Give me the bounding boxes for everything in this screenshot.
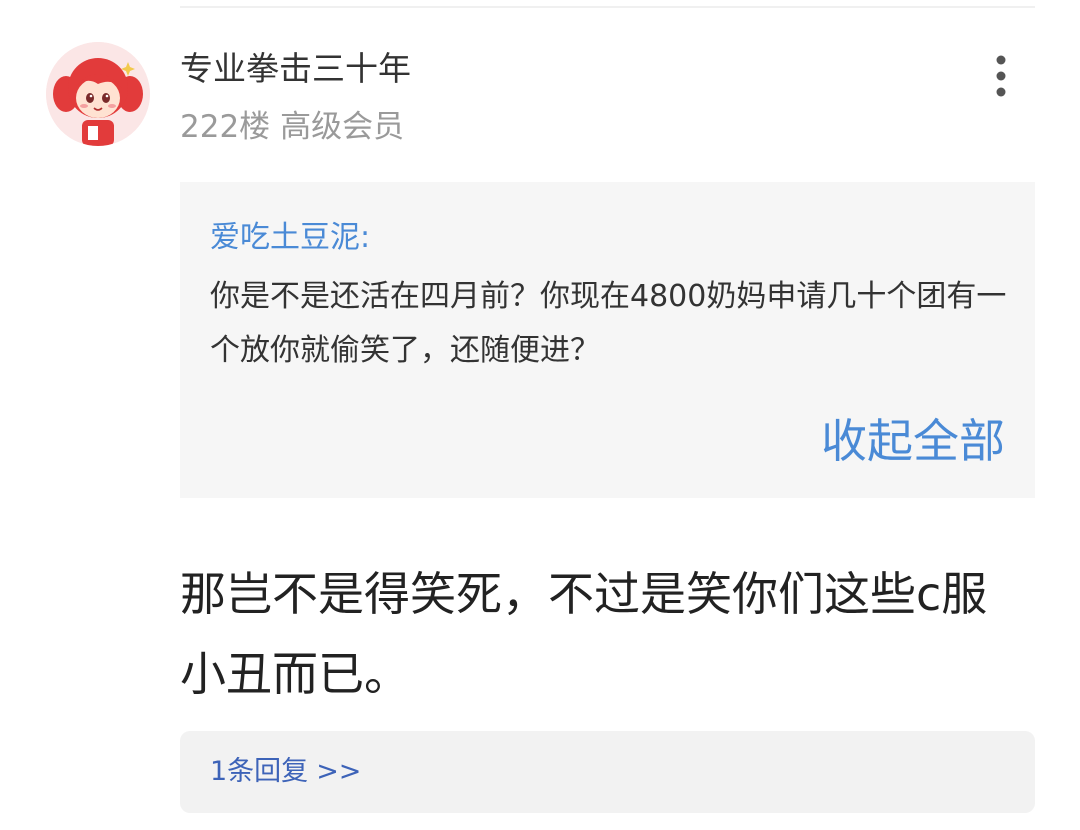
quote-text: 你是不是还活在四月前？你现在4800奶妈申请几十个团有一个放你就偷笑了，还随便进…: [210, 279, 1007, 368]
more-vertical-icon[interactable]: [984, 52, 1018, 102]
double-arrow-icon: >>: [316, 756, 362, 787]
quoted-reply: 爱吃土豆泥: 你是不是还活在四月前？你现在4800奶妈申请几十个团有一个放你就偷…: [180, 182, 1035, 498]
member-level: 高级会员: [280, 109, 405, 145]
floor-number: 222楼: [180, 109, 271, 145]
quote-author[interactable]: 爱吃土豆泥:: [210, 216, 370, 260]
avatar[interactable]: [46, 42, 150, 146]
top-divider: [180, 6, 1035, 8]
replies-button[interactable]: 1条回复 >>: [180, 731, 1035, 813]
username[interactable]: 专业拳击三十年: [180, 46, 411, 92]
post-meta: 222楼 高级会员: [180, 106, 404, 148]
avatar-girl-icon: [46, 42, 150, 146]
collapse-all-button[interactable]: 收起全部: [821, 410, 1005, 472]
replies-link[interactable]: 1条回复 >>: [210, 751, 361, 793]
replies-count-label: 1条回复: [210, 756, 309, 787]
post-content: 那岂不是得笑死，不过是笑你们这些c服小丑而已。: [180, 567, 988, 701]
